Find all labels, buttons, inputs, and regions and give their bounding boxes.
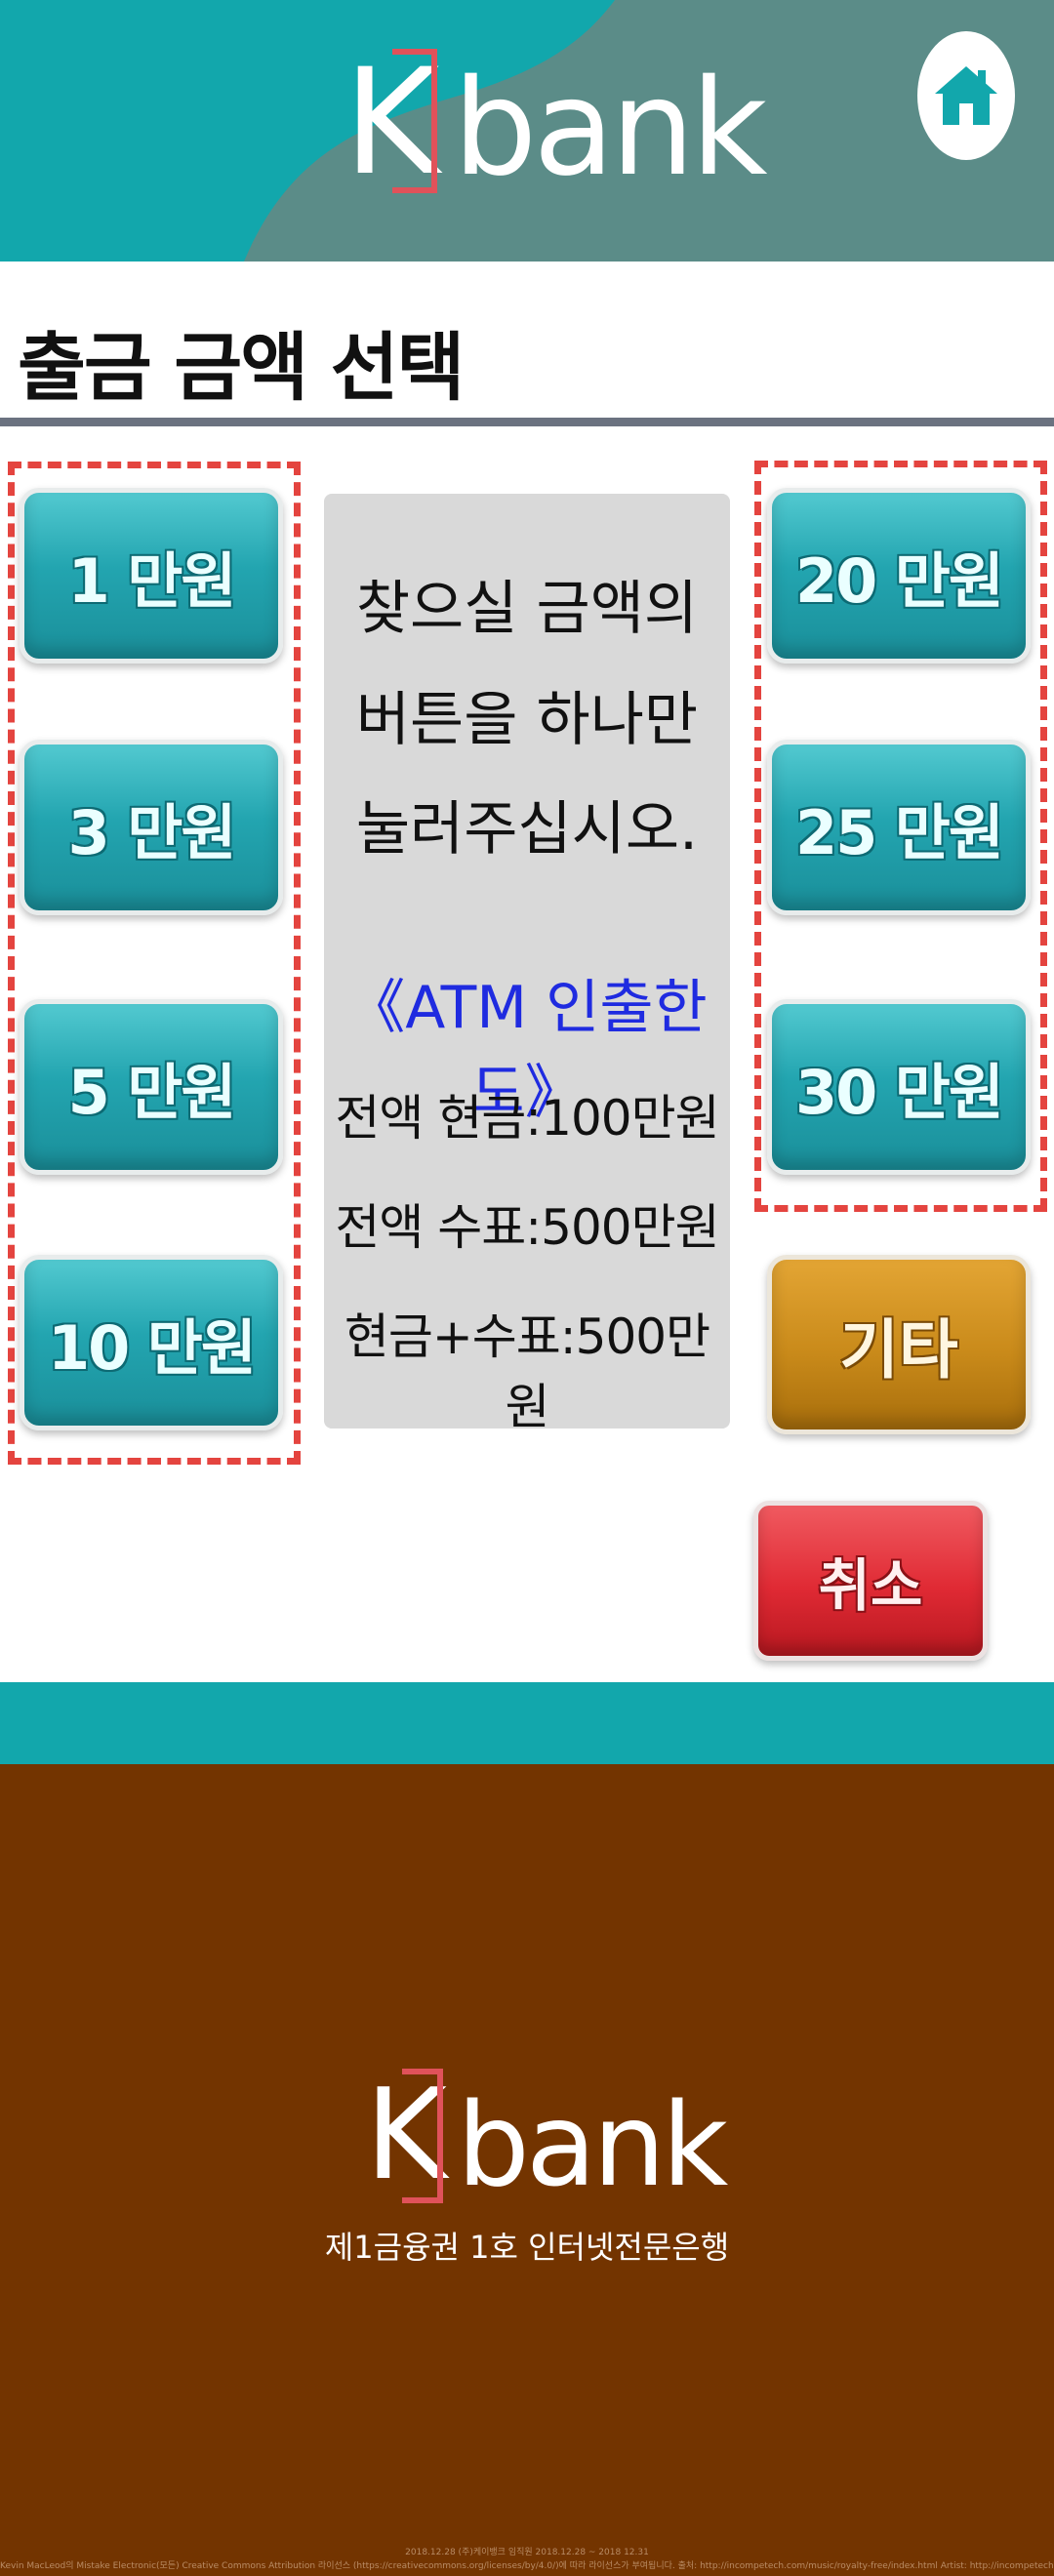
footer-tagline: 제1금융권 1호 인터넷전문은행 (324, 2229, 730, 2266)
amount-button-1[interactable]: 1 만원 (20, 488, 283, 664)
amount-button-3[interactable]: 3 만원 (20, 740, 283, 915)
cancel-label: 취소 (818, 1552, 923, 1619)
header-banner: K bank (0, 0, 1054, 262)
instruction-line: 버튼을 하나만 (355, 686, 699, 754)
logo-bank-text: bank (457, 2077, 728, 2212)
footer-divider-band (0, 1682, 1054, 1764)
footer-credit-line: Kevin MacLeod의 Mistake Electronic(모든) Cr… (0, 2561, 1054, 2571)
other-label: 기타 (839, 1312, 958, 1388)
amount-button-5[interactable]: 5 만원 (20, 999, 283, 1175)
logo-bracket (402, 2069, 443, 2203)
footer-kbank-logo: K bank (363, 2069, 728, 2212)
amount-label: 25 만원 (795, 797, 1004, 868)
amount-button-20[interactable]: 20 만원 (767, 488, 1031, 664)
amount-label: 3 만원 (67, 797, 237, 868)
amount-button-10[interactable]: 10 만원 (20, 1255, 283, 1430)
amount-button-30[interactable]: 30 만원 (767, 999, 1031, 1175)
title-divider (0, 418, 1054, 426)
home-icon (935, 66, 997, 125)
instruction-line: 눌러주십시오. (355, 795, 699, 864)
logo-bank-text: bank (453, 52, 768, 206)
other-amount-button[interactable]: 기타 (767, 1255, 1031, 1434)
amount-label: 30 만원 (795, 1057, 1004, 1128)
limit-line: 전액 현금:100만원 (335, 1090, 719, 1147)
limit-line: 현금+수표:500만원 (344, 1308, 710, 1435)
logo-bracket (392, 49, 437, 193)
amount-button-25[interactable]: 25 만원 (767, 740, 1031, 915)
amount-label: 1 만원 (67, 545, 237, 617)
footer: K bank 제1금융권 1호 인터넷전문은행 2018.12.28 (주)케이… (0, 1764, 1054, 2576)
footer-credit-line: 2018.12.28 (주)케이뱅크 임직원 2018.12.28 ~ 2018… (405, 2548, 649, 2557)
amount-label: 5 만원 (67, 1057, 237, 1128)
kbank-logo: K bank (342, 49, 768, 206)
instruction-line: 찾으실 금액의 (355, 575, 699, 643)
amount-label: 10 만원 (48, 1312, 257, 1384)
limit-line: 전액 수표:500만원 (335, 1199, 719, 1256)
cancel-button[interactable]: 취소 (753, 1501, 988, 1661)
home-button[interactable] (917, 31, 1015, 160)
amount-label: 20 만원 (795, 545, 1004, 617)
page-title: 출금 금액 선택 (18, 324, 465, 411)
info-panel: 찾으실 금액의 버튼을 하나만 눌러주십시오. 《ATM 인출한도》 전액 현금… (324, 494, 730, 1435)
